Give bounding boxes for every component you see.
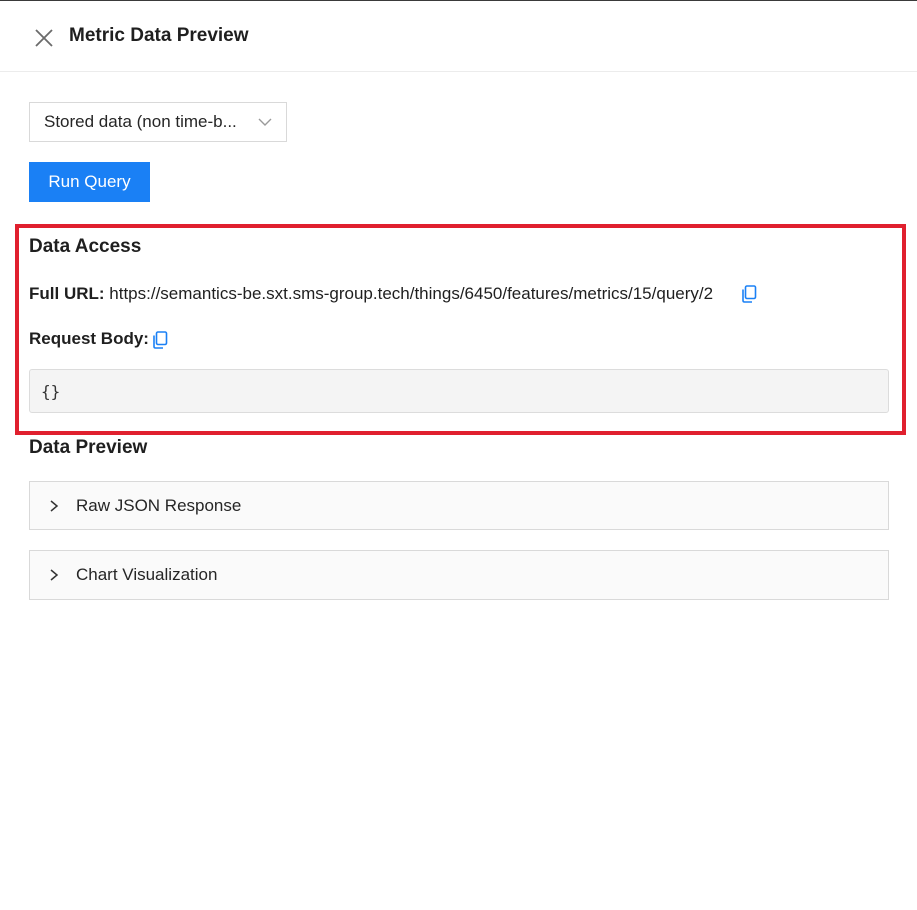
close-icon: [35, 29, 53, 47]
request-body-code: {}: [29, 369, 889, 413]
modal-header: Metric Data Preview: [0, 1, 917, 72]
chevron-right-icon: [50, 569, 59, 581]
full-url-row: Full URL: https://semantics-be.sxt.sms-g…: [29, 284, 713, 304]
full-url-value: https://semantics-be.sxt.sms-group.tech/…: [109, 284, 714, 303]
copy-body-icon[interactable]: [152, 331, 168, 349]
chart-visualization-label: Chart Visualization: [76, 565, 218, 584]
data-preview-title: Data Preview: [29, 437, 148, 458]
data-type-select[interactable]: Stored data (non time-b...: [29, 102, 287, 142]
copy-url-icon[interactable]: [741, 285, 757, 303]
full-url-label: Full URL:: [29, 284, 105, 303]
data-type-select-value: Stored data (non time-b...: [44, 112, 237, 131]
request-body-label: Request Body:: [29, 329, 149, 348]
close-button[interactable]: [32, 26, 56, 50]
page-title: Metric Data Preview: [69, 25, 249, 46]
chevron-right-icon: [50, 500, 59, 512]
raw-json-label: Raw JSON Response: [76, 495, 242, 515]
run-query-button[interactable]: Run Query: [29, 162, 150, 202]
request-body-value: {}: [41, 381, 61, 401]
data-access-title: Data Access: [29, 236, 142, 257]
chevron-down-icon: [258, 118, 272, 126]
request-body-row: Request Body:: [29, 329, 149, 349]
raw-json-panel[interactable]: Raw JSON Response: [29, 481, 889, 530]
chart-visualization-panel[interactable]: Chart Visualization: [29, 550, 889, 600]
